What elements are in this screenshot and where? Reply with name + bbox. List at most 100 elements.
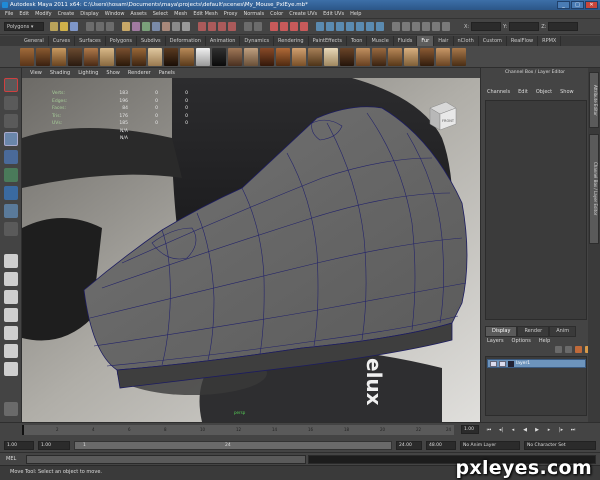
pick-mask-icon[interactable] (152, 22, 160, 31)
fur-preset-icon[interactable] (324, 48, 338, 66)
snap-surface-icon[interactable] (228, 22, 236, 31)
pick-mask-icon[interactable] (162, 22, 170, 31)
rotate-tool-icon[interactable] (4, 150, 18, 164)
sculpt-icon[interactable] (346, 22, 354, 31)
fur-preset-icon[interactable] (212, 48, 226, 66)
maximize-button[interactable]: □ (571, 1, 584, 9)
character-set-dropdown[interactable]: No Character Set (524, 441, 596, 450)
four-view-layout-icon[interactable] (4, 272, 18, 286)
tool-icon[interactable] (402, 22, 410, 31)
layer-row[interactable]: layer1 (487, 359, 586, 368)
select-hierarchy-icon[interactable] (86, 22, 94, 31)
playback-end-field[interactable]: 24.00 (396, 441, 422, 450)
sculpt-icon[interactable] (366, 22, 374, 31)
menu-display[interactable]: Display (77, 10, 101, 18)
fur-preset-icon[interactable] (356, 48, 370, 66)
pick-mask-icon[interactable] (142, 22, 150, 31)
layer-menu-options[interactable]: Options (512, 338, 531, 344)
fur-preset-icon[interactable] (180, 48, 194, 66)
shelf-tab-hair[interactable]: Hair (434, 36, 454, 46)
hypershade-icon[interactable] (300, 22, 308, 31)
fur-preset-icon[interactable] (148, 48, 162, 66)
viewport-menu-lighting[interactable]: Lighting (74, 68, 102, 78)
play-backward-icon[interactable]: ◀ (520, 426, 530, 434)
shelf-tab-general[interactable]: General (20, 36, 49, 46)
viewport-menu-show[interactable]: Show (102, 68, 124, 78)
fur-preset-icon[interactable] (228, 48, 242, 66)
tool-icon[interactable] (392, 22, 400, 31)
command-input[interactable] (26, 455, 306, 464)
playback-start-field[interactable]: 1.00 (38, 441, 70, 450)
menu-normals[interactable]: Normals (240, 10, 267, 18)
fur-preset-icon[interactable] (52, 48, 66, 66)
minimize-button[interactable]: _ (557, 1, 570, 9)
shelf-tab-curves[interactable]: Curves (49, 36, 76, 46)
snap-grid-icon[interactable] (198, 22, 206, 31)
sculpt-icon[interactable] (376, 22, 384, 31)
pick-mask-icon[interactable] (132, 22, 140, 31)
history-icon[interactable] (244, 22, 252, 31)
shelf-tab-deformation[interactable]: Deformation (166, 36, 206, 46)
fur-preset-icon[interactable] (452, 48, 466, 66)
menu-modify[interactable]: Modify (32, 10, 55, 18)
menu-mesh[interactable]: Mesh (171, 10, 190, 18)
fur-preset-icon[interactable] (20, 48, 34, 66)
step-forward-icon[interactable]: |▸ (556, 426, 566, 434)
menu-edit[interactable]: Edit (16, 10, 32, 18)
outliner-layout-icon[interactable] (4, 344, 18, 358)
fur-preset-icon[interactable] (116, 48, 130, 66)
fur-preset-icon[interactable] (132, 48, 146, 66)
menu-color[interactable]: Color (267, 10, 286, 18)
fur-preset-icon[interactable] (292, 48, 306, 66)
universal-manipulator-icon[interactable] (4, 186, 18, 200)
single-layout-icon[interactable] (4, 254, 18, 268)
move-tool-icon[interactable] (4, 132, 18, 146)
select-object-icon[interactable] (96, 22, 104, 31)
new-layer-icon[interactable] (575, 346, 582, 353)
new-scene-icon[interactable] (50, 22, 58, 31)
fur-preset-icon[interactable] (68, 48, 82, 66)
range-slider-bar[interactable]: 1 24 (74, 441, 392, 450)
persp-outliner-layout-icon[interactable] (4, 290, 18, 304)
mel-label[interactable]: MEL (6, 456, 16, 462)
tool-icon[interactable] (432, 22, 440, 31)
menu-select[interactable]: Select (150, 10, 171, 18)
fur-preset-icon[interactable] (276, 48, 290, 66)
move-layer-down-icon[interactable] (565, 346, 572, 353)
menu-window[interactable]: Window (102, 10, 128, 18)
shelf-tab-fluids[interactable]: Fluids (394, 36, 418, 46)
shelf-tab-surfaces[interactable]: Surfaces (75, 36, 106, 46)
pick-mask-icon[interactable] (172, 22, 180, 31)
anim-layer-dropdown[interactable]: No Anim Layer (460, 441, 520, 450)
shelf-tab-dynamics[interactable]: Dynamics (240, 36, 275, 46)
snap-curve-icon[interactable] (208, 22, 216, 31)
x-field[interactable] (471, 22, 502, 31)
menu-assets[interactable]: Assets (127, 10, 149, 18)
channel-box-menu-edit[interactable]: Edit (518, 89, 528, 95)
fur-preset-icon[interactable] (372, 48, 386, 66)
viewport-menu-renderer[interactable]: Renderer (124, 68, 155, 78)
paint-select-tool-icon[interactable] (4, 114, 18, 128)
save-scene-icon[interactable] (70, 22, 78, 31)
snap-point-icon[interactable] (218, 22, 226, 31)
sculpt-icon[interactable] (326, 22, 334, 31)
menu-edit-uvs[interactable]: Edit UVs (320, 10, 347, 18)
shelf-tab-painteffects[interactable]: PaintEffects (309, 36, 347, 46)
go-to-end-icon[interactable]: ⏭ (568, 426, 578, 434)
layer-menu-help[interactable]: Help (539, 338, 550, 344)
fur-preset-icon[interactable] (436, 48, 450, 66)
menu-proxy[interactable]: Proxy (221, 10, 241, 18)
show-manipulator-icon[interactable] (4, 222, 18, 236)
fur-preset-icon[interactable] (100, 48, 114, 66)
move-layer-up-icon[interactable] (555, 346, 562, 353)
channel-box-menu-channels[interactable]: Channels (487, 89, 510, 95)
fur-preset-icon[interactable] (420, 48, 434, 66)
history-icon[interactable] (254, 22, 262, 31)
open-scene-icon[interactable] (60, 22, 68, 31)
step-forward-key-icon[interactable]: ▸ (544, 426, 554, 434)
current-frame-field[interactable]: 1.00 (461, 425, 479, 434)
menu-set-dropdown[interactable]: Polygons ▾ (4, 22, 44, 31)
tab-anim[interactable]: Anim (549, 326, 577, 337)
menu-create-uvs[interactable]: Create UVs (286, 10, 320, 18)
y-field[interactable] (509, 22, 540, 31)
